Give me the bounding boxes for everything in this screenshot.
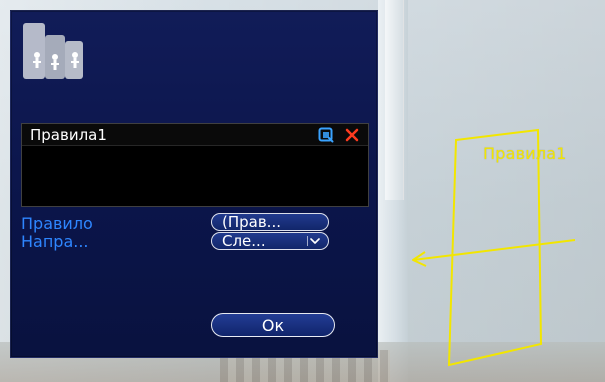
rule-label: Правило	[21, 214, 93, 233]
edit-icon[interactable]	[318, 127, 334, 143]
rule-type-button[interactable]: (Прав...	[211, 213, 329, 231]
rules-list-body	[22, 146, 368, 205]
people-counting-icon	[21, 21, 111, 83]
rules-list-header: Правила1	[22, 124, 368, 146]
rule-settings-dialog: Правила1 Правило Напра... (Прав... Сле..…	[10, 10, 378, 358]
chevron-down-icon[interactable]	[307, 236, 322, 246]
wall-pillar	[385, 0, 404, 200]
close-icon[interactable]	[344, 127, 360, 143]
direction-select-value: Сле...	[222, 232, 266, 250]
rules-list-panel: Правила1	[21, 123, 369, 207]
rules-header-actions	[318, 127, 360, 143]
rules-list-title: Правила1	[30, 125, 107, 144]
ok-button[interactable]: Ок	[211, 313, 335, 337]
overlay-rule-label: Правила1	[483, 144, 567, 163]
direction-label: Напра...	[21, 232, 89, 251]
direction-select[interactable]: Сле...	[211, 232, 329, 250]
